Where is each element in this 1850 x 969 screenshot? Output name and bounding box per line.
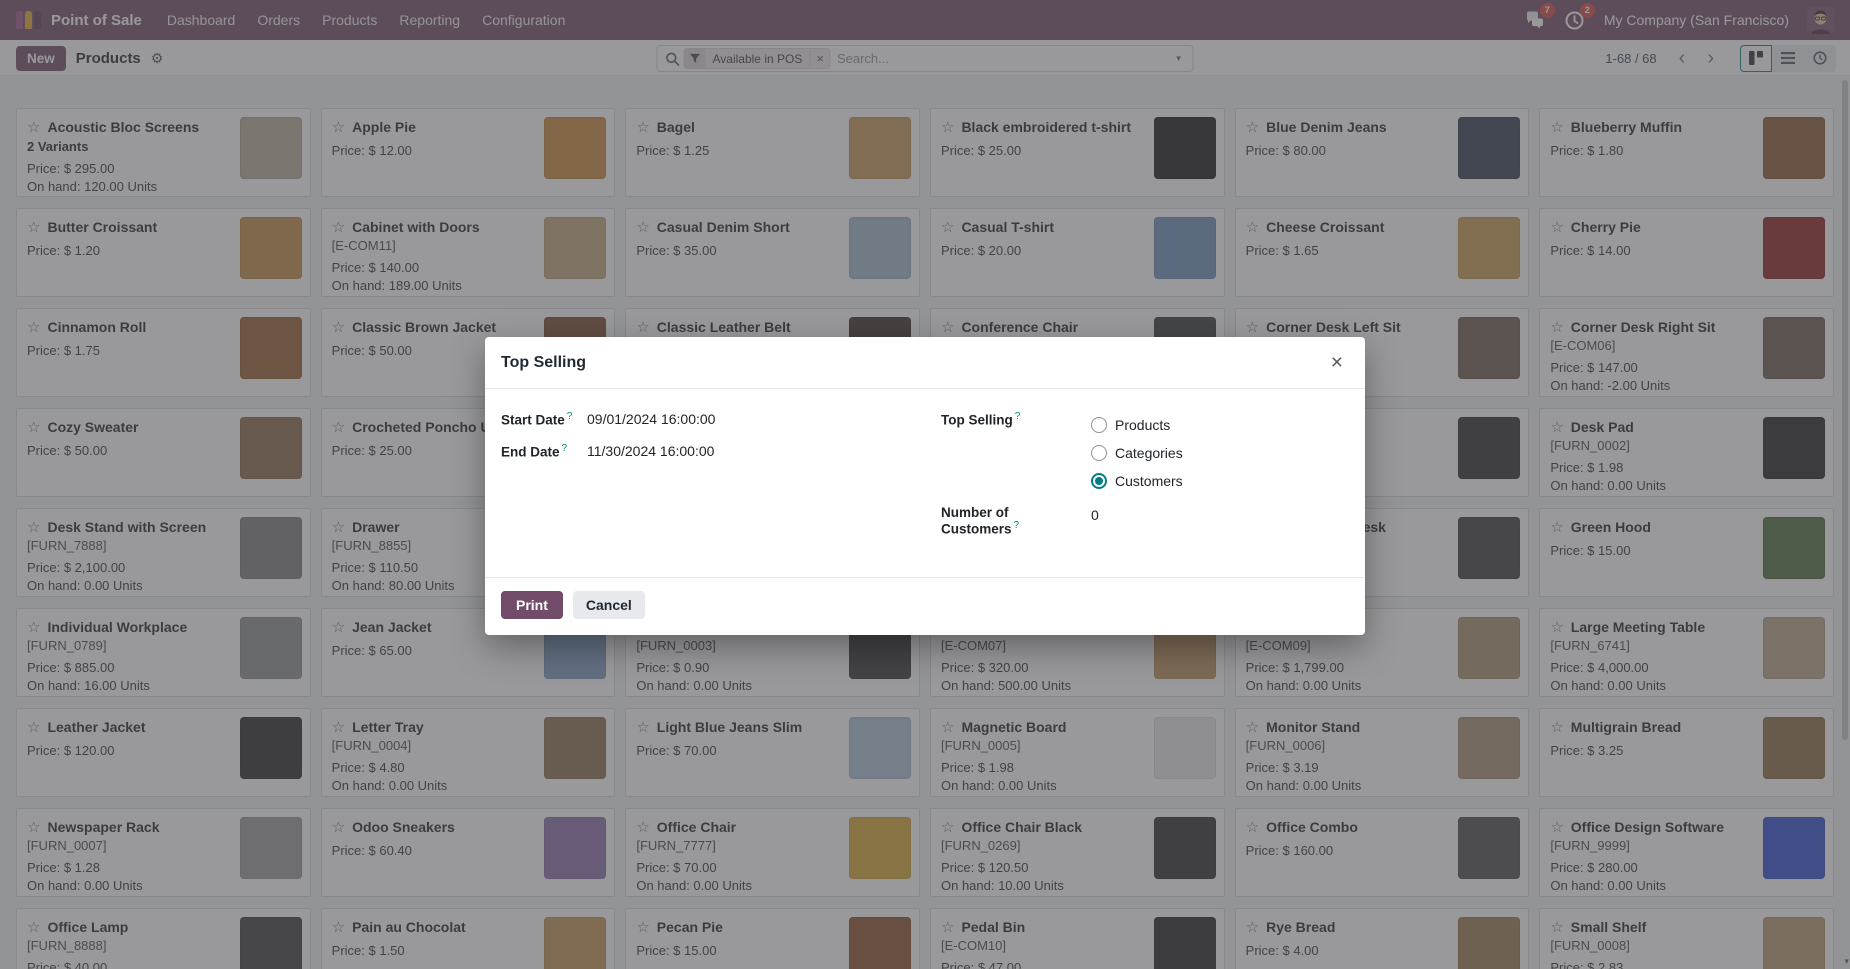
- radio-circle-icon[interactable]: [1091, 473, 1107, 489]
- number-of-customers-field[interactable]: 0: [1091, 507, 1099, 537]
- radio-label: Products: [1115, 417, 1171, 433]
- dialog-title: Top Selling: [501, 353, 587, 371]
- start-date-label: Start Date?: [501, 411, 573, 428]
- dialog-body: Start Date? 09/01/2024 16:00:00 End Date…: [485, 389, 1365, 577]
- radio-circle-icon[interactable]: [1091, 417, 1107, 433]
- end-date-label: End Date?: [501, 442, 568, 460]
- radio-circle-icon[interactable]: [1091, 445, 1107, 461]
- top-selling-radio-group: Products Categories Customers: [1091, 411, 1183, 495]
- top-selling-fields: Top Selling? Products Categories Customers…: [941, 411, 1183, 537]
- top-selling-dialog: Top Selling × Start Date? 09/01/2024 16:…: [485, 337, 1365, 635]
- radio-customers[interactable]: Customers: [1091, 467, 1183, 495]
- end-date-field[interactable]: 11/30/2024 16:00:00: [587, 443, 714, 460]
- help-icon: ?: [1014, 411, 1021, 422]
- date-fields: Start Date? 09/01/2024 16:00:00 End Date…: [501, 411, 715, 474]
- cancel-button[interactable]: Cancel: [572, 591, 645, 619]
- help-icon: ?: [1013, 520, 1020, 531]
- radio-categories[interactable]: Categories: [1091, 439, 1183, 467]
- dialog-header: Top Selling ×: [485, 337, 1365, 389]
- help-icon: ?: [566, 411, 573, 422]
- dialog-footer: Print Cancel: [485, 577, 1365, 632]
- close-icon[interactable]: ×: [1325, 351, 1349, 375]
- radio-label: Customers: [1115, 473, 1183, 489]
- app-window: Point of Sale DashboardOrdersProductsRep…: [0, 0, 1850, 969]
- number-of-customers-label: Number of Customers?: [941, 505, 1020, 537]
- top-selling-label: Top Selling?: [941, 411, 1021, 428]
- radio-products[interactable]: Products: [1091, 411, 1183, 439]
- print-button[interactable]: Print: [501, 591, 563, 619]
- radio-label: Categories: [1115, 445, 1183, 461]
- help-icon: ?: [561, 442, 568, 454]
- start-date-field[interactable]: 09/01/2024 16:00:00: [587, 411, 715, 428]
